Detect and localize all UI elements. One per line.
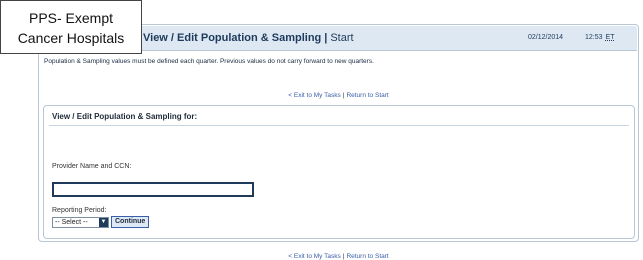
page-title-main: View / Edit Population & Sampling [143,32,322,44]
provider-label: Provider Name and CCN: [52,163,132,170]
nav-separator-bottom: | [342,253,345,260]
callout-line-1: PPS- Exempt [28,10,114,26]
reporting-period-selected-value: -- Select -- [55,219,88,226]
nav-links-top: < Exit to My Tasks | Return to Start [39,92,638,99]
header-timezone: ET [605,34,615,41]
page-title: View / Edit Population & Sampling | Start [143,32,354,44]
nav-separator: | [342,92,345,99]
chevron-down-icon[interactable]: ▼ [99,218,108,227]
reporting-period-select[interactable]: -- Select -- ▼ [52,217,109,228]
main-window: View / Edit Population & Sampling | Start … [38,24,639,260]
form-divider [49,125,629,126]
return-to-start-link[interactable]: Return to Start [346,92,388,99]
population-sampling-form: View / Edit Population & Sampling for: P… [43,105,635,239]
reporting-period-label: Reporting Period: [52,207,107,214]
header-time: 12:53 ET [585,34,614,41]
info-message: Population & Sampling values must be def… [44,58,374,65]
continue-button[interactable]: Continue [111,216,150,228]
exit-to-my-tasks-link-bottom[interactable]: < Exit to My Tasks [288,253,340,260]
title-separator: | [324,32,328,44]
callout-line-2: Cancer Hospitals [17,30,125,46]
page-subtitle: Start [330,32,354,44]
exit-to-my-tasks-link[interactable]: < Exit to My Tasks [288,92,340,99]
header-time-value: 12:53 [585,34,603,41]
return-to-start-link-bottom[interactable]: Return to Start [346,253,388,260]
provider-name-ccn-input[interactable] [52,182,254,197]
form-heading: View / Edit Population & Sampling for: [52,112,198,121]
nav-links-bottom: < Exit to My Tasks | Return to Start [39,253,638,260]
program-callout-label: PPS- Exempt Cancer Hospitals [0,0,142,54]
header-date: 02/12/2014 [528,34,564,41]
